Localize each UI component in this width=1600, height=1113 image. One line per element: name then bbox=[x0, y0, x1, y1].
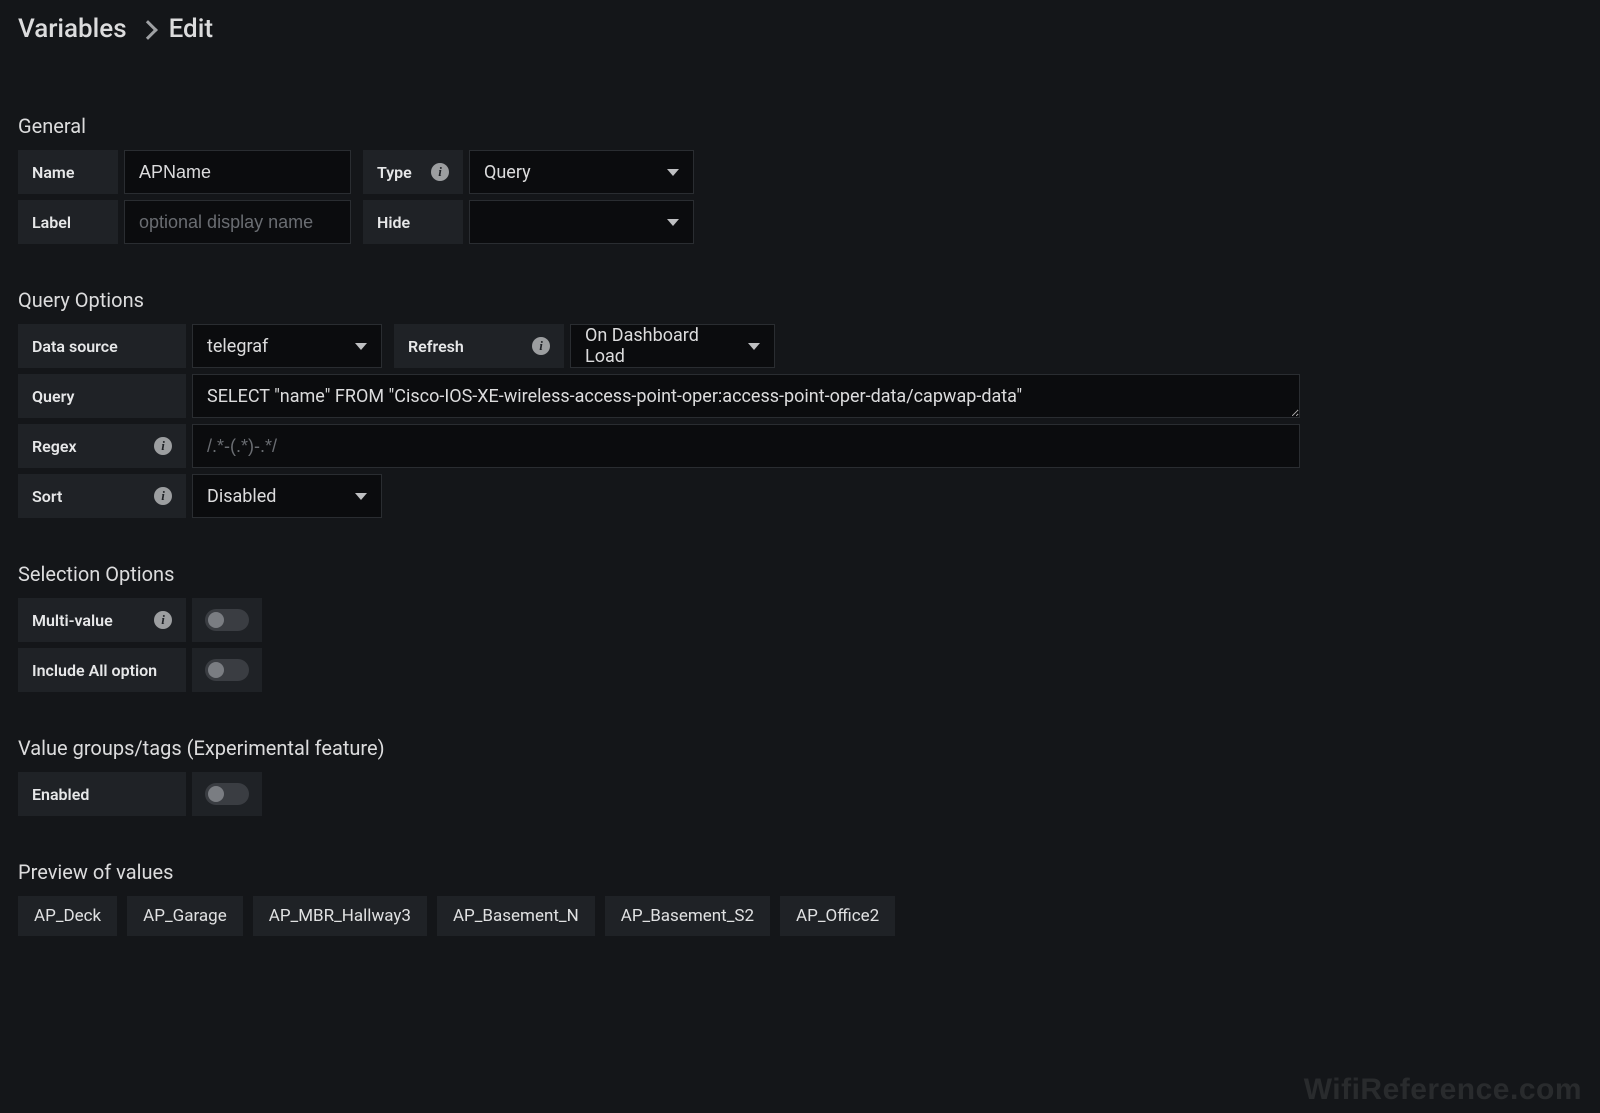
section-title-preview: Preview of values bbox=[18, 860, 1582, 884]
query-textarea[interactable] bbox=[192, 374, 1300, 418]
type-select[interactable]: Query bbox=[469, 150, 694, 194]
label-name: Name bbox=[18, 150, 118, 194]
section-selection-options: Selection Options Multi-value i Include … bbox=[18, 562, 1582, 692]
label-include-all: Include All option bbox=[18, 648, 186, 692]
label-label: Label bbox=[18, 200, 118, 244]
caret-down-icon bbox=[355, 493, 367, 500]
sort-select[interactable]: Disabled bbox=[192, 474, 382, 518]
label-refresh-text: Refresh bbox=[408, 337, 464, 356]
section-query-options: Query Options Data source telegraf Refre… bbox=[18, 288, 1582, 518]
label-regex: Regex i bbox=[18, 424, 186, 468]
preview-chip[interactable]: AP_Deck bbox=[18, 896, 117, 936]
label-type-text: Type bbox=[377, 163, 412, 182]
breadcrumb: Variables Edit bbox=[18, 14, 1582, 44]
label-multi-value-text: Multi-value bbox=[32, 611, 113, 630]
label-query-text: Query bbox=[32, 387, 74, 406]
label-datasource: Data source bbox=[18, 324, 186, 368]
label-datasource-text: Data source bbox=[32, 337, 118, 356]
sort-select-value: Disabled bbox=[207, 486, 276, 507]
hide-select[interactable] bbox=[469, 200, 694, 244]
caret-down-icon bbox=[667, 169, 679, 176]
datasource-select-value: telegraf bbox=[207, 336, 268, 357]
preview-chip[interactable]: AP_Basement_S2 bbox=[605, 896, 770, 936]
label-refresh: Refresh i bbox=[394, 324, 564, 368]
label-hide: Hide bbox=[363, 200, 463, 244]
preview-chips: AP_DeckAP_GarageAP_MBR_Hallway3AP_Baseme… bbox=[18, 896, 1582, 936]
label-query: Query bbox=[18, 374, 186, 418]
preview-chip[interactable]: AP_Garage bbox=[127, 896, 243, 936]
label-label-text: Label bbox=[32, 213, 71, 232]
info-icon[interactable]: i bbox=[532, 337, 550, 355]
preview-chip[interactable]: AP_MBR_Hallway3 bbox=[253, 896, 427, 936]
watermark: WifiReference.com bbox=[1304, 1073, 1582, 1107]
toggle-multi-value[interactable] bbox=[205, 609, 249, 631]
caret-down-icon bbox=[748, 343, 760, 350]
section-title-value-groups: Value groups/tags (Experimental feature) bbox=[18, 736, 1582, 760]
info-icon[interactable]: i bbox=[431, 163, 449, 181]
refresh-select[interactable]: On Dashboard Load bbox=[570, 324, 775, 368]
info-icon[interactable]: i bbox=[154, 437, 172, 455]
label-sort: Sort i bbox=[18, 474, 186, 518]
toggle-include-all-wrap bbox=[192, 648, 262, 692]
section-general: General Name Type i Query Label Hide bbox=[18, 114, 1582, 244]
breadcrumb-root[interactable]: Variables bbox=[18, 14, 127, 44]
label-enabled-text: Enabled bbox=[32, 785, 89, 804]
toggle-multi-value-wrap bbox=[192, 598, 262, 642]
toggle-include-all[interactable] bbox=[205, 659, 249, 681]
label-hide-text: Hide bbox=[377, 213, 410, 232]
label-sort-text: Sort bbox=[32, 487, 62, 506]
regex-input[interactable] bbox=[192, 424, 1300, 468]
caret-down-icon bbox=[355, 343, 367, 350]
datasource-select[interactable]: telegraf bbox=[192, 324, 382, 368]
label-multi-value: Multi-value i bbox=[18, 598, 186, 642]
toggle-enabled-wrap bbox=[192, 772, 262, 816]
toggle-enabled[interactable] bbox=[205, 783, 249, 805]
caret-down-icon bbox=[667, 219, 679, 226]
label-name-text: Name bbox=[32, 163, 74, 182]
label-type: Type i bbox=[363, 150, 463, 194]
label-regex-text: Regex bbox=[32, 437, 77, 456]
preview-chip[interactable]: AP_Office2 bbox=[780, 896, 895, 936]
breadcrumb-current: Edit bbox=[169, 14, 213, 44]
info-icon[interactable]: i bbox=[154, 487, 172, 505]
label-input[interactable] bbox=[124, 200, 351, 244]
info-icon[interactable]: i bbox=[154, 611, 172, 629]
chevron-right-icon bbox=[138, 20, 158, 40]
refresh-select-value: On Dashboard Load bbox=[585, 325, 736, 367]
section-title-general: General bbox=[18, 114, 1582, 138]
section-title-query-options: Query Options bbox=[18, 288, 1582, 312]
type-select-value: Query bbox=[484, 162, 531, 183]
section-value-groups: Value groups/tags (Experimental feature)… bbox=[18, 736, 1582, 816]
section-title-selection-options: Selection Options bbox=[18, 562, 1582, 586]
label-enabled: Enabled bbox=[18, 772, 186, 816]
label-include-all-text: Include All option bbox=[32, 661, 157, 680]
name-input[interactable] bbox=[124, 150, 351, 194]
preview-chip[interactable]: AP_Basement_N bbox=[437, 896, 595, 936]
section-preview: Preview of values AP_DeckAP_GarageAP_MBR… bbox=[18, 860, 1582, 936]
